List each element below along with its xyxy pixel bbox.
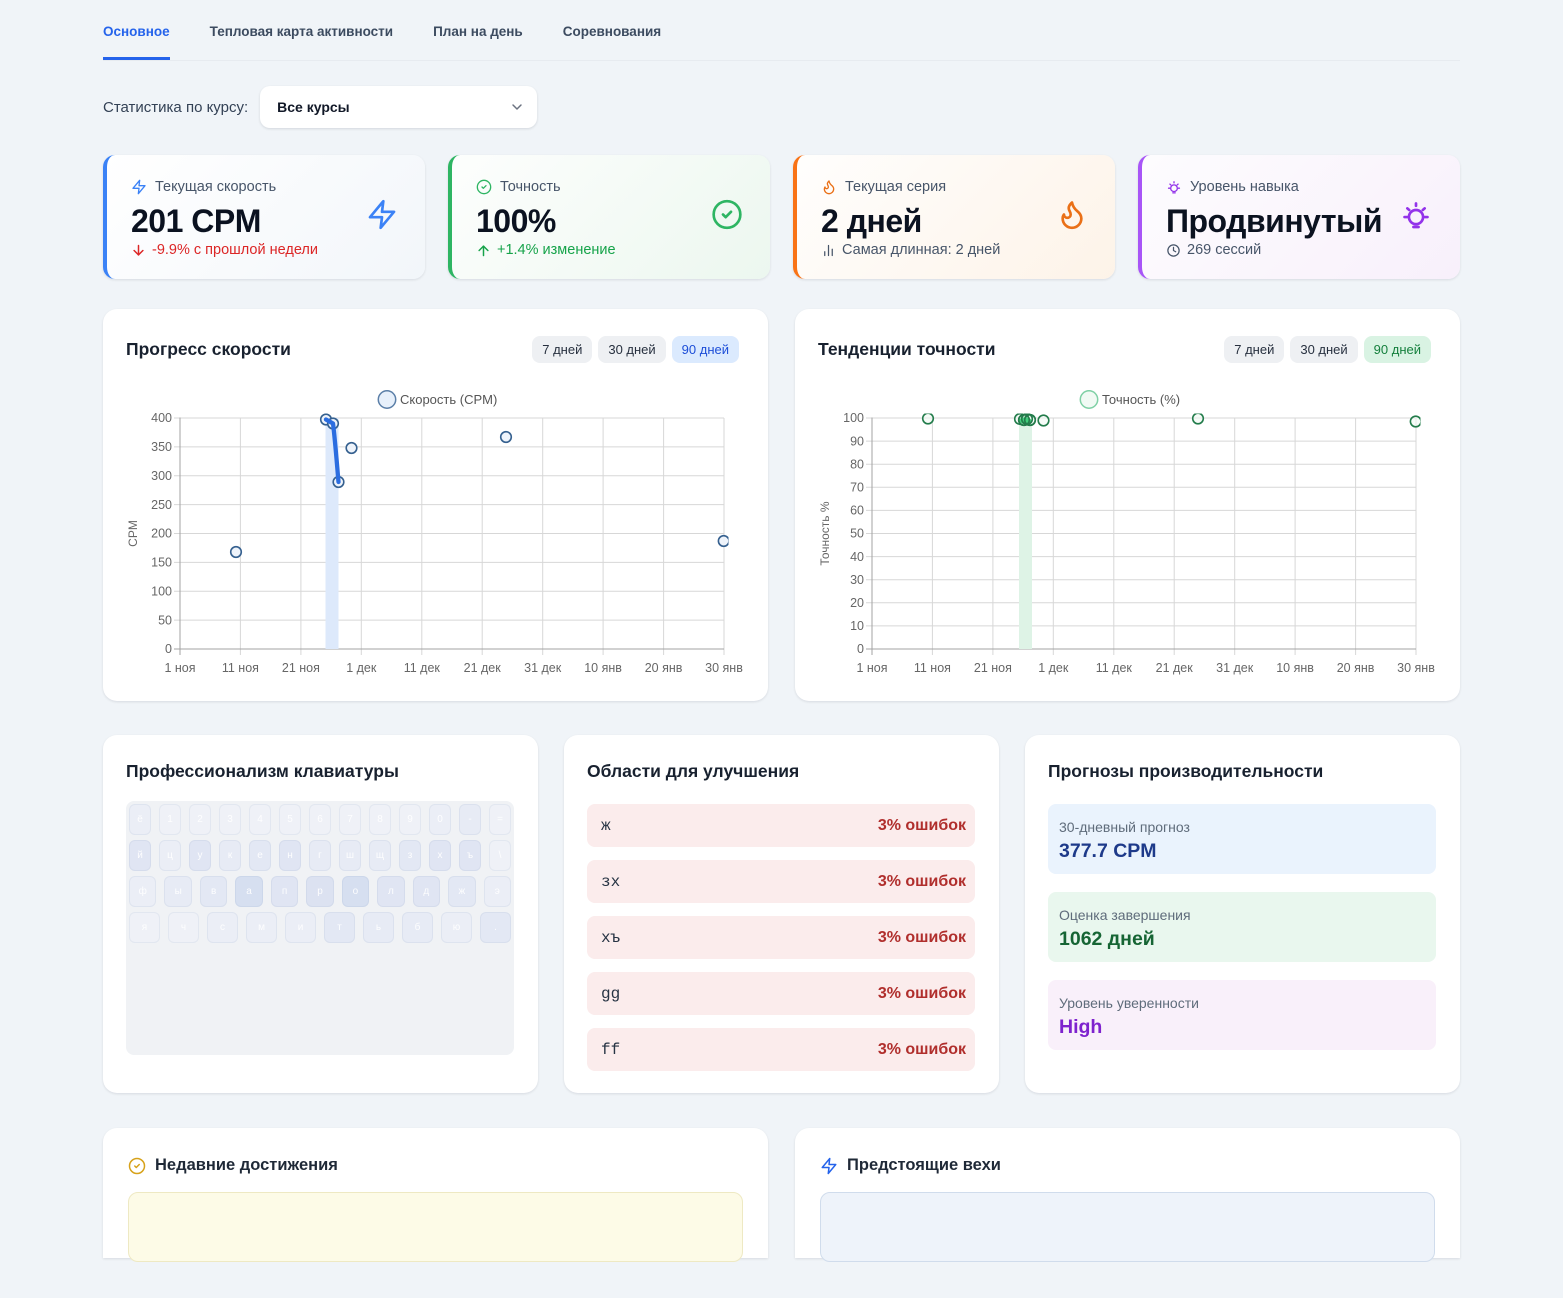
svg-text:20: 20 bbox=[850, 596, 864, 610]
svg-text:30 янв: 30 янв bbox=[1397, 661, 1435, 675]
svg-text:20 янв: 20 янв bbox=[645, 661, 683, 675]
svg-text:30 янв: 30 янв bbox=[705, 661, 743, 675]
svg-text:150: 150 bbox=[151, 556, 172, 570]
svg-text:20 янв: 20 янв bbox=[1337, 661, 1375, 675]
svg-text:250: 250 bbox=[151, 498, 172, 512]
svg-text:21 ноя: 21 ноя bbox=[974, 661, 1012, 675]
svg-text:70: 70 bbox=[850, 481, 864, 495]
svg-text:Скорость (CPM): Скорость (CPM) bbox=[400, 392, 497, 407]
svg-text:300: 300 bbox=[151, 469, 172, 483]
svg-text:10: 10 bbox=[850, 619, 864, 633]
svg-text:0: 0 bbox=[165, 642, 172, 656]
svg-text:Точность (%): Точность (%) bbox=[1102, 392, 1180, 407]
svg-text:11 дек: 11 дек bbox=[404, 661, 441, 675]
svg-text:21 ноя: 21 ноя bbox=[282, 661, 320, 675]
svg-text:21 дек: 21 дек bbox=[1156, 661, 1194, 675]
svg-text:10 янв: 10 янв bbox=[1276, 661, 1314, 675]
svg-text:400: 400 bbox=[151, 411, 172, 425]
svg-text:0: 0 bbox=[857, 642, 864, 656]
svg-text:40: 40 bbox=[850, 550, 864, 564]
svg-text:100: 100 bbox=[843, 411, 864, 425]
svg-text:50: 50 bbox=[158, 613, 172, 627]
svg-text:100: 100 bbox=[151, 584, 172, 598]
svg-text:10 янв: 10 янв bbox=[584, 661, 622, 675]
svg-text:80: 80 bbox=[850, 457, 864, 471]
svg-text:31 дек: 31 дек bbox=[1216, 661, 1254, 675]
svg-text:Точность %: Точность % bbox=[818, 501, 832, 565]
svg-text:CPM: CPM bbox=[126, 520, 140, 547]
svg-text:11 ноя: 11 ноя bbox=[914, 661, 951, 675]
svg-text:31 дек: 31 дек bbox=[524, 661, 562, 675]
svg-text:30: 30 bbox=[850, 573, 864, 587]
svg-text:350: 350 bbox=[151, 440, 172, 454]
svg-text:90: 90 bbox=[850, 434, 864, 448]
svg-text:11 ноя: 11 ноя bbox=[222, 661, 259, 675]
svg-text:60: 60 bbox=[850, 504, 864, 518]
svg-text:1 дек: 1 дек bbox=[1038, 661, 1069, 675]
svg-text:200: 200 bbox=[151, 527, 172, 541]
svg-text:1 ноя: 1 ноя bbox=[856, 661, 887, 675]
svg-text:21 дек: 21 дек bbox=[464, 661, 502, 675]
svg-text:1 дек: 1 дек bbox=[346, 661, 377, 675]
svg-text:11 дек: 11 дек bbox=[1096, 661, 1133, 675]
svg-text:50: 50 bbox=[850, 527, 864, 541]
svg-text:1 ноя: 1 ноя bbox=[164, 661, 195, 675]
